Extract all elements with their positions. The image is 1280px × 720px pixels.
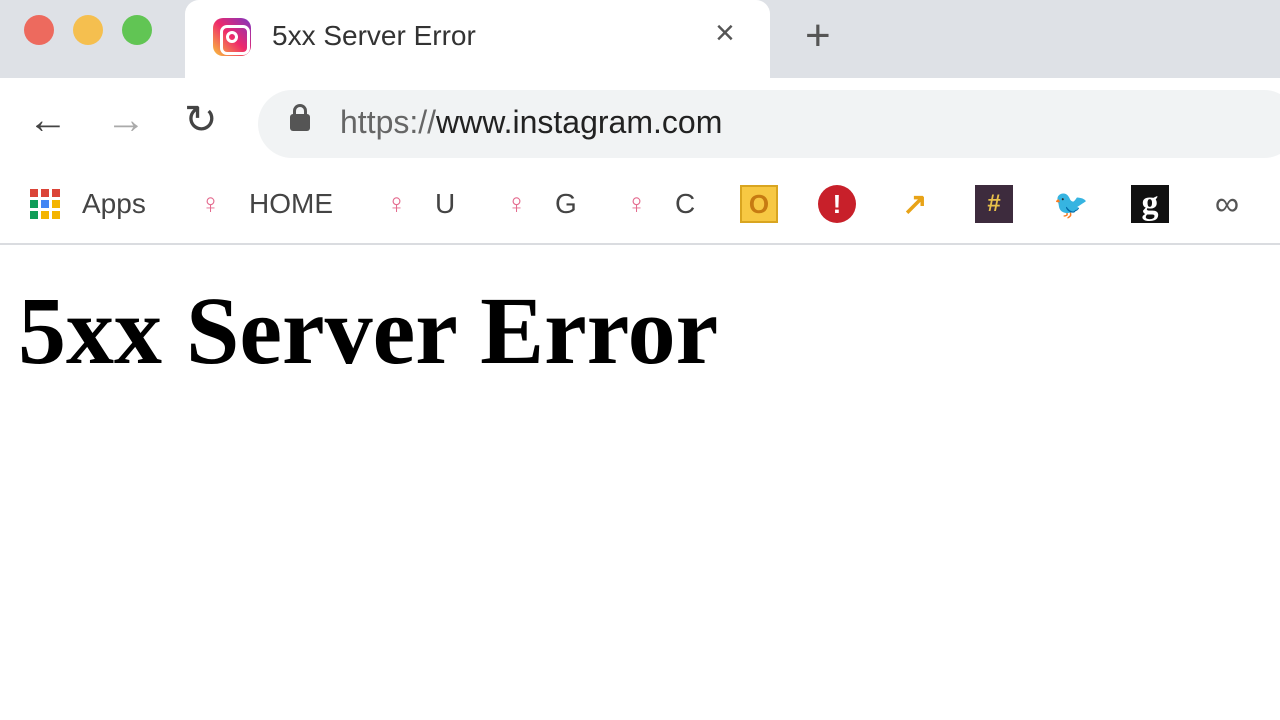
bookmark-label: G <box>555 188 577 219</box>
red-exclamation-icon: ! <box>818 185 856 223</box>
forward-button[interactable]: → <box>106 100 146 140</box>
window-maximize-button[interactable] <box>122 15 152 45</box>
bookmark-c[interactable]: ♀ C <box>626 184 695 224</box>
bookmark-label: U <box>435 188 456 219</box>
g-icon: g <box>1131 185 1169 223</box>
instagram-icon <box>213 18 251 56</box>
lock-icon[interactable] <box>290 104 310 131</box>
bookmark-red-exclamation[interactable]: ! <box>818 184 856 224</box>
bookmark-trending[interactable]: ↗ <box>896 184 934 224</box>
bookmarks-bar: Apps ♀ HOME ♀ U ♀ G ♀ C O ! ↗ # 🐦 g ∞ <box>0 170 1280 245</box>
trending-arrow-icon: ↗ <box>902 187 928 221</box>
window-minimize-button[interactable] <box>73 15 103 45</box>
url-host: www.instagram.com <box>436 104 723 140</box>
bookmark-label: Apps <box>82 188 146 219</box>
bookmark-infinity[interactable]: ∞ <box>1208 184 1246 224</box>
window-close-button[interactable] <box>24 15 54 45</box>
bookmark-hashtag[interactable]: # <box>975 184 1013 224</box>
infinity-icon: ∞ <box>1214 184 1240 223</box>
bookmark-g[interactable]: ♀ G <box>506 184 577 224</box>
back-button[interactable]: ← <box>28 100 68 140</box>
bookmark-home[interactable]: ♀ HOME <box>200 184 333 224</box>
tab-strip: 5xx Server Error × + <box>0 0 1280 80</box>
pink-figure-icon: ♀ <box>200 188 221 219</box>
bookmark-orange-o[interactable]: O <box>740 184 778 224</box>
tab-title: 5xx Server Error <box>272 20 476 51</box>
pink-figure-icon: ♀ <box>626 188 647 219</box>
bookmark-apps[interactable]: Apps <box>30 184 146 224</box>
url-text[interactable]: https://www.instagram.com <box>340 104 722 141</box>
orange-o-icon: O <box>740 185 778 223</box>
address-bar[interactable]: https://www.instagram.com <box>258 90 1280 158</box>
page-heading: 5xx Server Error <box>18 277 719 384</box>
url-scheme: https:// <box>340 104 437 140</box>
twitter-icon: 🐦 <box>1053 188 1089 220</box>
pink-figure-icon: ♀ <box>386 188 407 219</box>
reload-button[interactable]: ↻ <box>184 100 218 140</box>
bookmark-label: HOME <box>249 188 333 219</box>
tab-active[interactable]: 5xx Server Error × <box>185 0 770 80</box>
apps-grid-icon <box>30 189 60 219</box>
new-tab-button[interactable]: + <box>805 14 831 58</box>
tab-close-icon[interactable]: × <box>715 16 735 50</box>
bookmark-u[interactable]: ♀ U <box>386 184 455 224</box>
bookmark-g-icon[interactable]: g <box>1131 184 1169 224</box>
bookmark-twitter[interactable]: 🐦 <box>1052 184 1090 224</box>
hashtag-icon: # <box>975 185 1013 223</box>
toolbar: ← → ↻ https://www.instagram.com <box>0 78 1280 170</box>
pink-figure-icon: ♀ <box>506 188 527 219</box>
bookmark-label: C <box>675 188 696 219</box>
